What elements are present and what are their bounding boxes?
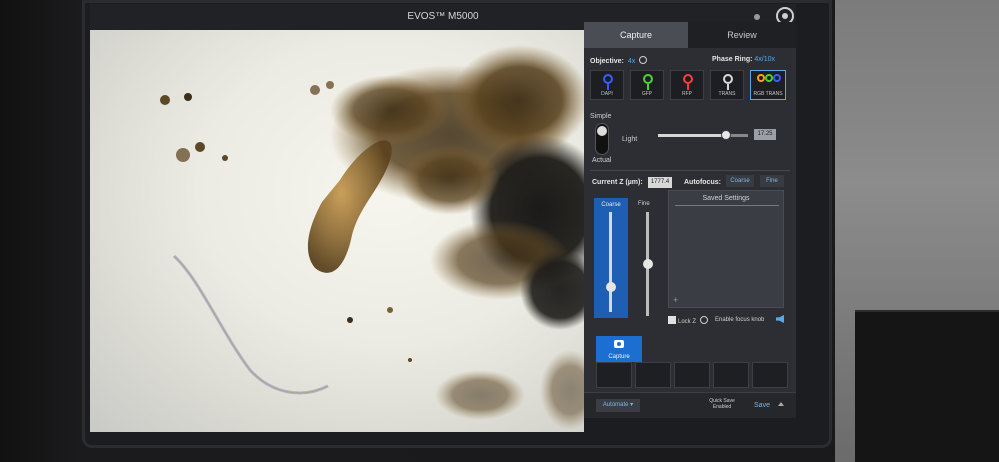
channel-label: GFP [641,91,653,97]
coarse-focus-track[interactable] [609,212,612,312]
capture-button-label: Capture [608,354,630,360]
channel-dapi-button[interactable]: DAPI [590,70,624,100]
panel-footer: Automate ▾ Quick Save Enabled Save [584,392,796,418]
channel-label: RFP [682,91,692,97]
light-slider[interactable] [658,130,748,140]
microscope-live-view[interactable] [90,30,584,432]
current-z-label: Current Z (µm): [592,179,643,186]
thumbnail-slot[interactable] [674,362,710,388]
camera-icon [614,340,624,348]
phase-ring-value[interactable]: 4x/10x [754,56,775,63]
channel-label: DAPI [601,91,613,97]
light-bulb-icon [757,74,765,82]
add-setting-button[interactable]: + [673,295,678,305]
phase-ring-row: Phase Ring: 4x/10x [712,56,775,63]
autofocus-coarse-button[interactable]: Coarse [726,175,754,187]
background-equipment [855,310,999,462]
saved-settings-title: Saved Settings [702,195,750,202]
light-bulb-icon [643,74,653,84]
autofocus-label: Autofocus: [684,179,721,186]
light-bulb-icon [683,74,693,84]
light-mode-actual-label: Actual [592,157,612,164]
light-bulb-icon [773,74,781,82]
channel-gfp-button[interactable]: GFP [630,70,664,100]
automate-dropdown[interactable]: Automate ▾ [596,399,640,412]
channel-selector: DAPI GFP RFP TRANS RGB TRANS [590,70,790,100]
thumbnail-slot[interactable] [635,362,671,388]
current-z-value[interactable]: 1777.4 [648,177,672,188]
light-slider-thumb[interactable] [720,130,731,140]
tab-bar: Capture Review [584,22,796,48]
objective-label: Objective: [590,58,624,65]
light-bulb-icon [603,74,613,84]
status-dot-icon [754,14,760,20]
channel-rgb-trans-button[interactable]: RGB TRANS [750,70,786,100]
thumbnail-slot[interactable] [596,362,632,388]
light-bulb-icon [723,74,733,84]
lock-z-label: Lock Z [678,319,697,325]
objective-value[interactable]: 4x [628,58,635,65]
tab-review[interactable]: Review [688,22,796,48]
saved-settings-panel: Saved Settings + [668,190,784,308]
specimen-image [160,45,584,430]
light-value-field[interactable]: 17.25 [754,129,776,140]
coarse-focus-thumb[interactable] [606,282,616,292]
capture-button[interactable]: Capture [596,336,642,362]
objective-row: Objective: 4x [590,56,648,65]
photo-scene: EVOS™ M5000 Capture Review Objective: 4x… [0,0,999,462]
autofocus-fine-button[interactable]: Fine [760,175,784,187]
light-bulb-icon [765,74,773,82]
section-divider [590,170,790,171]
lock-z-checkbox[interactable]: Lock Z [668,316,708,325]
checkbox-icon[interactable] [668,316,676,324]
tab-capture[interactable]: Capture [584,22,688,48]
quick-save-state: Enabled [712,404,732,410]
info-icon[interactable] [639,56,648,64]
coarse-focus-panel: Coarse [594,198,628,318]
chevron-up-icon[interactable] [778,402,784,406]
divider [675,205,779,206]
light-mode-toggle[interactable] [595,123,609,155]
fine-focus-thumb[interactable] [643,259,653,269]
control-panel: Capture Review Objective: 4x Phase Ring:… [584,22,796,418]
phase-ring-label: Phase Ring: [712,56,753,63]
thumbnail-slot[interactable] [713,362,749,388]
coarse-focus-label: Coarse [601,202,621,208]
save-button[interactable]: Save [750,399,774,412]
info-icon[interactable] [699,316,708,324]
quick-save-status: Quick Save Enabled [702,398,742,410]
channel-label: TRANS [718,91,736,97]
app-title: EVOS™ M5000 [407,11,479,22]
capture-thumbnails [596,362,788,388]
speaker-icon[interactable] [776,315,784,323]
channel-rfp-button[interactable]: RFP [670,70,704,100]
channel-trans-button[interactable]: TRANS [710,70,744,100]
enable-focus-knob-label: Enable focus knob [715,317,765,323]
light-mode-simple-label: Simple [590,113,612,120]
thumbnail-slot[interactable] [752,362,788,388]
channel-label: RGB TRANS [753,91,783,97]
fine-focus-label: Fine [638,201,650,207]
light-label: Light [622,136,638,143]
